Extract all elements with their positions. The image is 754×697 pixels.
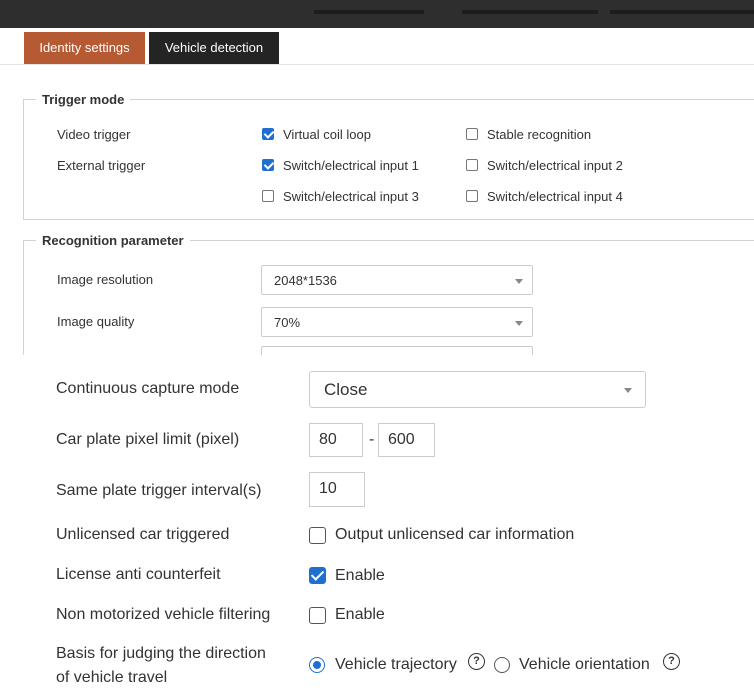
vehicle-trajectory-label: Vehicle trajectory — [335, 656, 457, 673]
vehicle-orientation-label: Vehicle orientation — [519, 656, 650, 673]
non-motorized-label: Non motorized vehicle filtering — [56, 606, 271, 623]
top-nav-item[interactable] — [610, 10, 754, 14]
switch-input-3-checkbox[interactable] — [262, 190, 274, 202]
non-motorized-option: Enable — [335, 606, 385, 623]
chevron-down-icon — [515, 279, 523, 284]
switch-input-2-label: Switch/electrical input 2 — [487, 158, 623, 173]
pixel-max-value: 600 — [388, 431, 415, 448]
switch-input-1-label: Switch/electrical input 1 — [283, 158, 419, 173]
unlicensed-car-label: Unlicensed car triggered — [56, 526, 230, 543]
top-nav-bar — [0, 0, 754, 28]
help-icon[interactable]: ? — [663, 653, 680, 670]
chevron-down-icon — [624, 388, 632, 393]
image-quality-value: 70% — [274, 315, 301, 330]
pixel-min-value: 80 — [319, 431, 337, 448]
vehicle-orientation-radio[interactable] — [494, 657, 510, 673]
anti-counterfeit-option: Enable — [335, 567, 385, 584]
unlicensed-car-option: Output unlicensed car information — [335, 526, 575, 543]
pixel-limit-label: Car plate pixel limit (pixel) — [56, 431, 240, 448]
same-plate-interval-label: Same plate trigger interval(s) — [56, 482, 262, 499]
image-quality-select[interactable]: 70% — [261, 307, 533, 337]
external-trigger-label: External trigger — [57, 158, 146, 173]
stable-recognition-label: Stable recognition — [487, 127, 592, 142]
virtual-coil-loop-checkbox[interactable] — [262, 128, 274, 140]
image-quality-label: Image quality — [57, 314, 135, 329]
anti-counterfeit-label: License anti counterfeit — [56, 566, 221, 583]
continuous-capture-label: Continuous capture mode — [56, 380, 240, 397]
switch-input-2-checkbox[interactable] — [466, 159, 478, 171]
non-motorized-checkbox[interactable] — [309, 607, 326, 624]
pixel-range-separator: - — [369, 431, 375, 448]
switch-input-3-label: Switch/electrical input 3 — [283, 189, 419, 204]
pixel-min-input[interactable]: 80 — [309, 423, 363, 457]
direction-basis-label-line1: Basis for judging the direction — [56, 645, 266, 662]
unlicensed-car-checkbox[interactable] — [309, 527, 326, 544]
stable-recognition-checkbox[interactable] — [466, 128, 478, 140]
virtual-coil-loop-label: Virtual coil loop — [283, 127, 371, 142]
top-nav-item[interactable] — [462, 10, 598, 14]
switch-input-4-label: Switch/electrical input 4 — [487, 189, 623, 204]
anti-counterfeit-checkbox[interactable] — [309, 567, 326, 584]
pixel-max-input[interactable]: 600 — [378, 423, 435, 457]
trigger-mode-legend: Trigger mode — [42, 92, 125, 107]
switch-input-4-checkbox[interactable] — [466, 190, 478, 202]
image-resolution-select[interactable]: 2048*1536 — [261, 265, 533, 295]
tab-identity-settings[interactable]: Identity settings — [24, 32, 145, 64]
switch-input-1-checkbox[interactable] — [262, 159, 274, 171]
chevron-down-icon — [515, 321, 523, 326]
tab-bar: Identity settings Vehicle detection — [0, 28, 754, 65]
tab-vehicle-detection[interactable]: Vehicle detection — [149, 32, 279, 64]
vehicle-trajectory-radio[interactable] — [309, 657, 325, 673]
continuous-capture-select[interactable]: Close — [309, 371, 646, 408]
help-icon[interactable]: ? — [468, 653, 485, 670]
continuous-capture-value: Close — [324, 380, 368, 399]
video-trigger-label: Video trigger — [57, 127, 131, 142]
recognition-parameter-legend: Recognition parameter — [42, 233, 184, 248]
settings-panel: Continuous capture mode Close Car plate … — [0, 355, 754, 697]
image-resolution-label: Image resolution — [57, 272, 154, 287]
direction-basis-label-line2: of vehicle travel — [56, 669, 168, 686]
image-resolution-value: 2048*1536 — [274, 273, 337, 288]
top-nav-item[interactable] — [314, 10, 424, 14]
same-plate-interval-value: 10 — [319, 480, 337, 497]
same-plate-interval-input[interactable]: 10 — [309, 472, 365, 507]
